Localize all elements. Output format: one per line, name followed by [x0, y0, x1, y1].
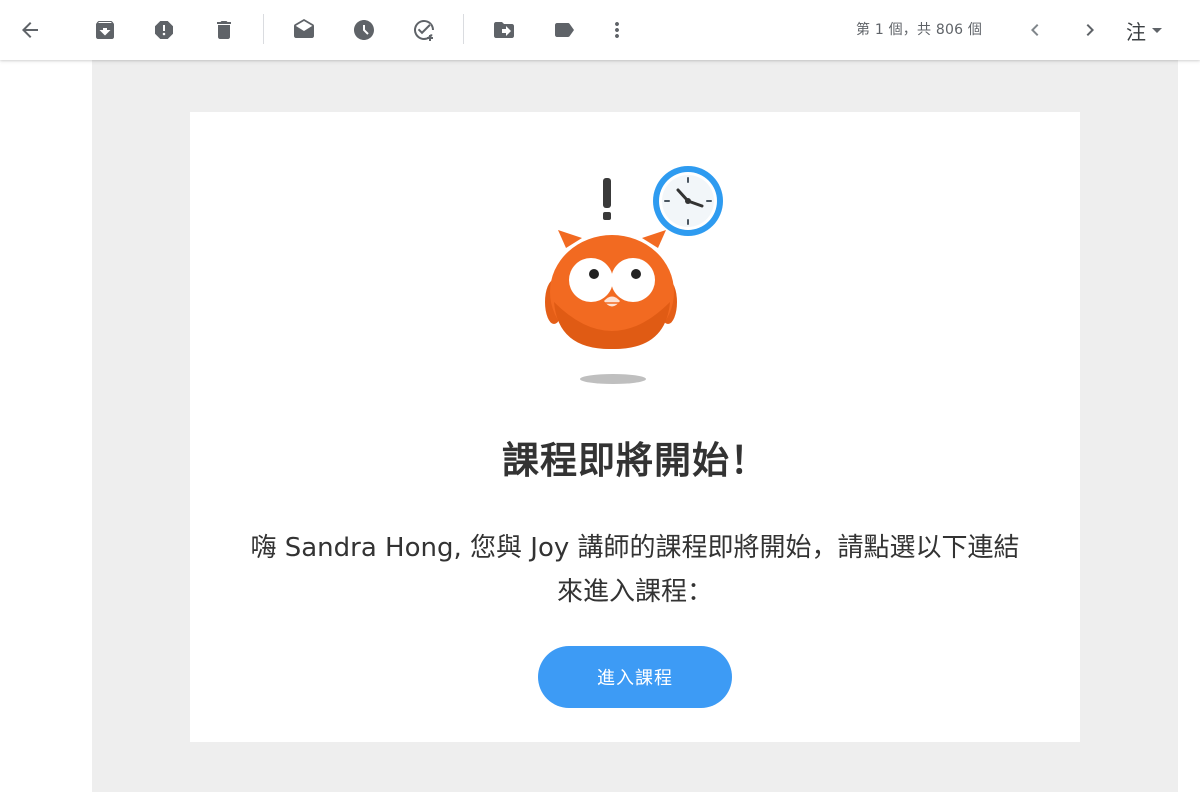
- newer-button[interactable]: [1015, 10, 1055, 50]
- next-icon: [1086, 24, 1094, 36]
- more-options-button[interactable]: [597, 10, 637, 50]
- enter-course-button[interactable]: 進入課程: [538, 646, 732, 708]
- owl-clock-illustration: [545, 166, 723, 384]
- prev-icon: [1031, 24, 1039, 36]
- report-spam-icon: [155, 21, 173, 39]
- back-button[interactable]: [10, 10, 50, 50]
- add-to-tasks-button[interactable]: [404, 10, 444, 50]
- delete-button[interactable]: [204, 10, 244, 50]
- toolbar-divider: [263, 14, 264, 44]
- snooze-button[interactable]: [344, 10, 384, 50]
- snooze-icon: [354, 20, 374, 40]
- more-vert-icon: [615, 22, 619, 38]
- older-button[interactable]: [1070, 10, 1110, 50]
- toolbar-divider: [463, 14, 464, 44]
- input-tools-button[interactable]: 注: [1126, 16, 1162, 45]
- archive-icon: [96, 21, 114, 39]
- mark-as-read-button[interactable]: [284, 10, 324, 50]
- message-toolbar: 第 1 個，共 806 個 注: [0, 0, 1200, 60]
- input-tools-label: 注: [1126, 20, 1146, 44]
- report-spam-button[interactable]: [144, 10, 184, 50]
- move-to-icon: [494, 22, 514, 38]
- mark-as-read-icon: [294, 19, 314, 38]
- delete-icon: [217, 21, 231, 39]
- pager-count: 第 1 個，共 806 個: [856, 22, 983, 38]
- caret-down-icon: [1152, 28, 1162, 33]
- move-to-button[interactable]: [484, 10, 524, 50]
- label-icon: [555, 23, 574, 37]
- add-to-tasks-icon: [413, 19, 434, 41]
- email-title: 課程即將開始！: [502, 439, 768, 482]
- back-arrow-icon: [22, 22, 38, 38]
- archive-button[interactable]: [85, 10, 125, 50]
- email-body: 嗨 Sandra Hong, 您與 Joy 講師的課程即將開始，請點選以下連結來…: [250, 533, 1020, 607]
- label-button[interactable]: [544, 10, 584, 50]
